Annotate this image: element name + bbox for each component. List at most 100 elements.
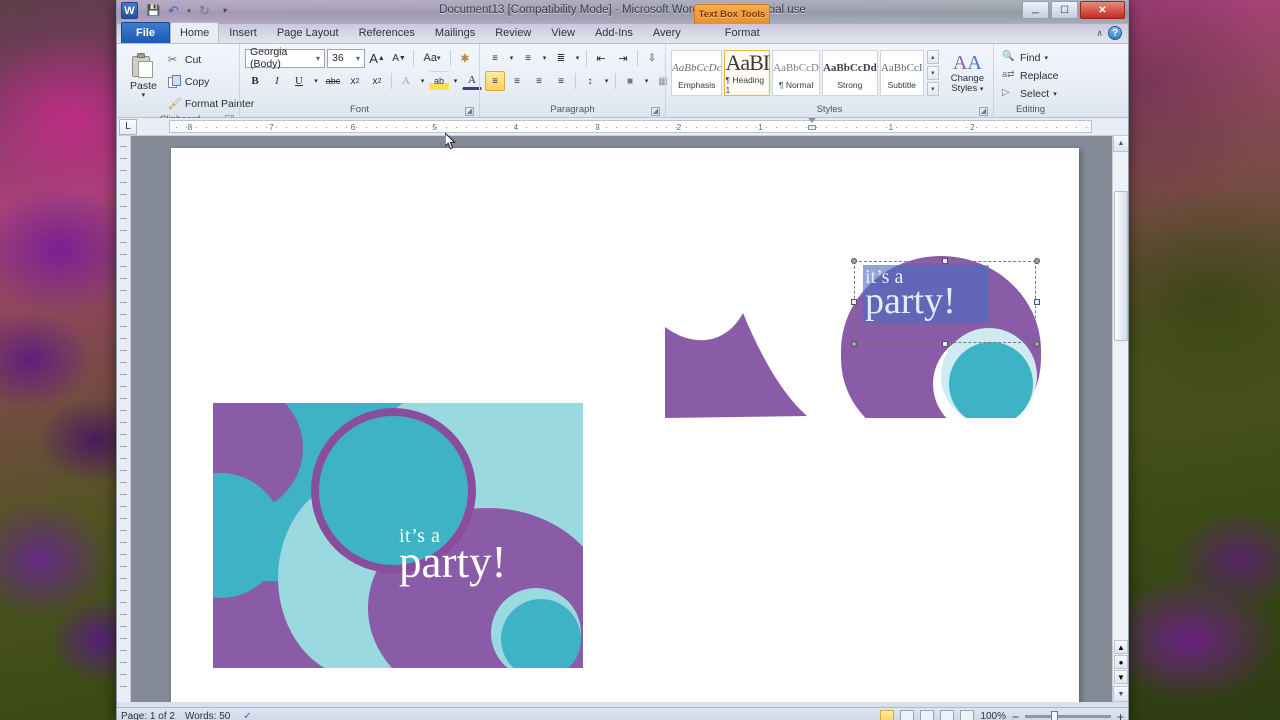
party-card-graphic[interactable]: it’s a party! [213, 403, 583, 668]
tab-avery[interactable]: Avery [643, 22, 691, 43]
zoom-slider-knob[interactable] [1050, 711, 1058, 720]
sort-button[interactable]: ⇩ [642, 48, 662, 68]
text-highlight-dropdown-icon[interactable]: ▾ [451, 71, 460, 91]
tab-references[interactable]: References [349, 22, 425, 43]
resize-handle-n[interactable] [942, 258, 948, 264]
font-size-combo[interactable]: 36 ▾ [327, 48, 365, 68]
numbering-button[interactable]: ≡ [518, 48, 538, 68]
line-spacing-dropdown-icon[interactable]: ▾ [602, 71, 611, 91]
zoom-level[interactable]: 100% [980, 711, 1006, 720]
italic-button[interactable]: I [267, 71, 287, 91]
underline-button[interactable]: U [289, 71, 309, 91]
underline-dropdown-icon[interactable]: ▾ [311, 71, 321, 91]
window-controls[interactable]: ─ ☐ ✕ [1022, 1, 1125, 19]
selected-text-box[interactable]: it’s a party! [851, 258, 1040, 347]
find-dropdown-icon[interactable]: ▾ [1044, 54, 1048, 62]
horizontal-ruler[interactable]: 8765432112 [169, 120, 1092, 133]
numbering-dropdown-icon[interactable]: ▾ [540, 48, 549, 68]
resize-handle-w[interactable] [851, 299, 857, 305]
ribbon-help-bar[interactable]: ∧ ? [1096, 26, 1122, 40]
view-outline-button[interactable] [940, 710, 955, 720]
tab-page-layout[interactable]: Page Layout [267, 22, 349, 43]
bullets-button[interactable]: ≡ [485, 48, 505, 68]
styles-gallery-scroll[interactable]: ▴ ▾ ▾ [926, 50, 939, 96]
zoom-slider[interactable] [1024, 711, 1111, 720]
styles-dialog-launcher[interactable]: ◢ [979, 107, 988, 116]
align-right-button[interactable]: ≡ [529, 71, 549, 91]
style-strong[interactable]: AaBbCcDd Strong [821, 50, 878, 96]
shading-button[interactable]: ■ [620, 71, 640, 91]
bullets-dropdown-icon[interactable]: ▾ [507, 48, 516, 68]
word-icon[interactable]: W [121, 2, 138, 19]
multilevel-list-dropdown-icon[interactable]: ▾ [573, 48, 582, 68]
previous-page-button[interactable]: ▲ [1114, 640, 1128, 654]
font-name-dropdown-icon[interactable]: ▾ [314, 54, 322, 63]
styles-scroll-down-icon[interactable]: ▾ [926, 66, 939, 80]
styles-scroll-up-icon[interactable]: ▴ [926, 50, 939, 64]
close-button[interactable]: ✕ [1080, 1, 1125, 19]
style-normal[interactable]: AaBbCcD ¶ Normal [772, 50, 820, 96]
resize-handle-sw[interactable] [851, 341, 857, 347]
justify-button[interactable]: ≡ [551, 71, 571, 91]
undo-icon[interactable]: ↶ [165, 2, 182, 19]
paste-dropdown-arrow[interactable]: ▾ [142, 91, 146, 99]
save-icon[interactable]: 💾 [145, 2, 162, 19]
text-effects-button[interactable]: A [396, 71, 416, 91]
bold-button[interactable]: B [245, 71, 265, 91]
document-page[interactable]: it’s a party! it’s a party! [171, 148, 1079, 702]
quick-access-toolbar[interactable]: W 💾 ↶ ▾ ↻ ▾ [121, 2, 230, 19]
undo-dropdown-icon[interactable]: ▾ [185, 2, 193, 19]
font-size-dropdown-icon[interactable]: ▾ [354, 54, 362, 63]
zoom-in-button[interactable]: + [1117, 710, 1124, 720]
select-dropdown-icon[interactable]: ▾ [1053, 90, 1057, 98]
view-print-layout-button[interactable] [880, 710, 895, 720]
shading-dropdown-icon[interactable]: ▾ [642, 71, 651, 91]
decrease-indent-button[interactable]: ⇤ [591, 48, 611, 68]
tab-format[interactable]: Format [715, 22, 770, 43]
next-page-button[interactable]: ▼ [1114, 670, 1128, 684]
text-highlight-button[interactable]: ab [429, 71, 449, 91]
view-web-layout-button[interactable] [920, 710, 935, 720]
minimize-button[interactable]: ─ [1022, 1, 1049, 19]
paste-button[interactable]: Paste ▾ [126, 50, 161, 102]
maximize-button[interactable]: ☐ [1051, 1, 1078, 19]
grow-font-button[interactable]: A ▲ [367, 48, 387, 68]
tab-review[interactable]: Review [485, 22, 541, 43]
select-button[interactable]: ▷ Select ▾ [999, 86, 1060, 102]
change-case-button[interactable]: Aa ▾ [418, 48, 446, 68]
strikethrough-button[interactable]: abc [323, 71, 343, 91]
align-center-button[interactable]: ≡ [507, 71, 527, 91]
style-emphasis[interactable]: AaBbCcDc Emphasis [671, 50, 723, 96]
view-draft-button[interactable] [960, 710, 975, 720]
tab-file[interactable]: File [121, 22, 170, 43]
superscript-button[interactable]: x2 [367, 71, 387, 91]
tab-view[interactable]: View [541, 22, 585, 43]
resize-handle-nw[interactable] [851, 258, 857, 264]
resize-handle-ne[interactable] [1034, 258, 1040, 264]
align-left-button[interactable]: ≡ [485, 71, 505, 91]
paragraph-dialog-launcher[interactable]: ◢ [651, 107, 660, 116]
line-spacing-button[interactable]: ↕ [580, 71, 600, 91]
vertical-scrollbar[interactable]: ▲ ▲ ● ▼ ▼ [1112, 136, 1128, 702]
text-effects-dropdown-icon[interactable]: ▾ [418, 71, 427, 91]
increase-indent-button[interactable]: ⇥ [613, 48, 633, 68]
indent-marker[interactable] [808, 118, 817, 131]
multilevel-list-button[interactable]: ≣ [551, 48, 571, 68]
vertical-scroll-thumb[interactable] [1114, 191, 1128, 341]
redo-icon[interactable]: ↻ [196, 2, 213, 19]
resize-handle-s[interactable] [942, 341, 948, 347]
tab-add-ins[interactable]: Add-Ins [585, 22, 643, 43]
help-icon[interactable]: ? [1108, 26, 1122, 40]
customize-qat-icon[interactable]: ▾ [220, 2, 230, 19]
style-heading-1[interactable]: AaBI ¶ Heading 1 [724, 50, 771, 96]
tab-insert[interactable]: Insert [219, 22, 267, 43]
view-full-screen-reading-button[interactable] [900, 710, 915, 720]
styles-more-icon[interactable]: ▾ [926, 82, 939, 96]
find-button[interactable]: 🔍 Find ▾ [999, 50, 1051, 66]
tab-stop-selector[interactable]: L [119, 118, 137, 135]
change-styles-button[interactable]: AA Change Styles ▾ [947, 50, 988, 98]
resize-handle-e[interactable] [1034, 299, 1040, 305]
tab-home[interactable]: Home [169, 22, 220, 43]
tab-mailings[interactable]: Mailings [425, 22, 485, 43]
zoom-out-button[interactable]: − [1012, 710, 1019, 720]
